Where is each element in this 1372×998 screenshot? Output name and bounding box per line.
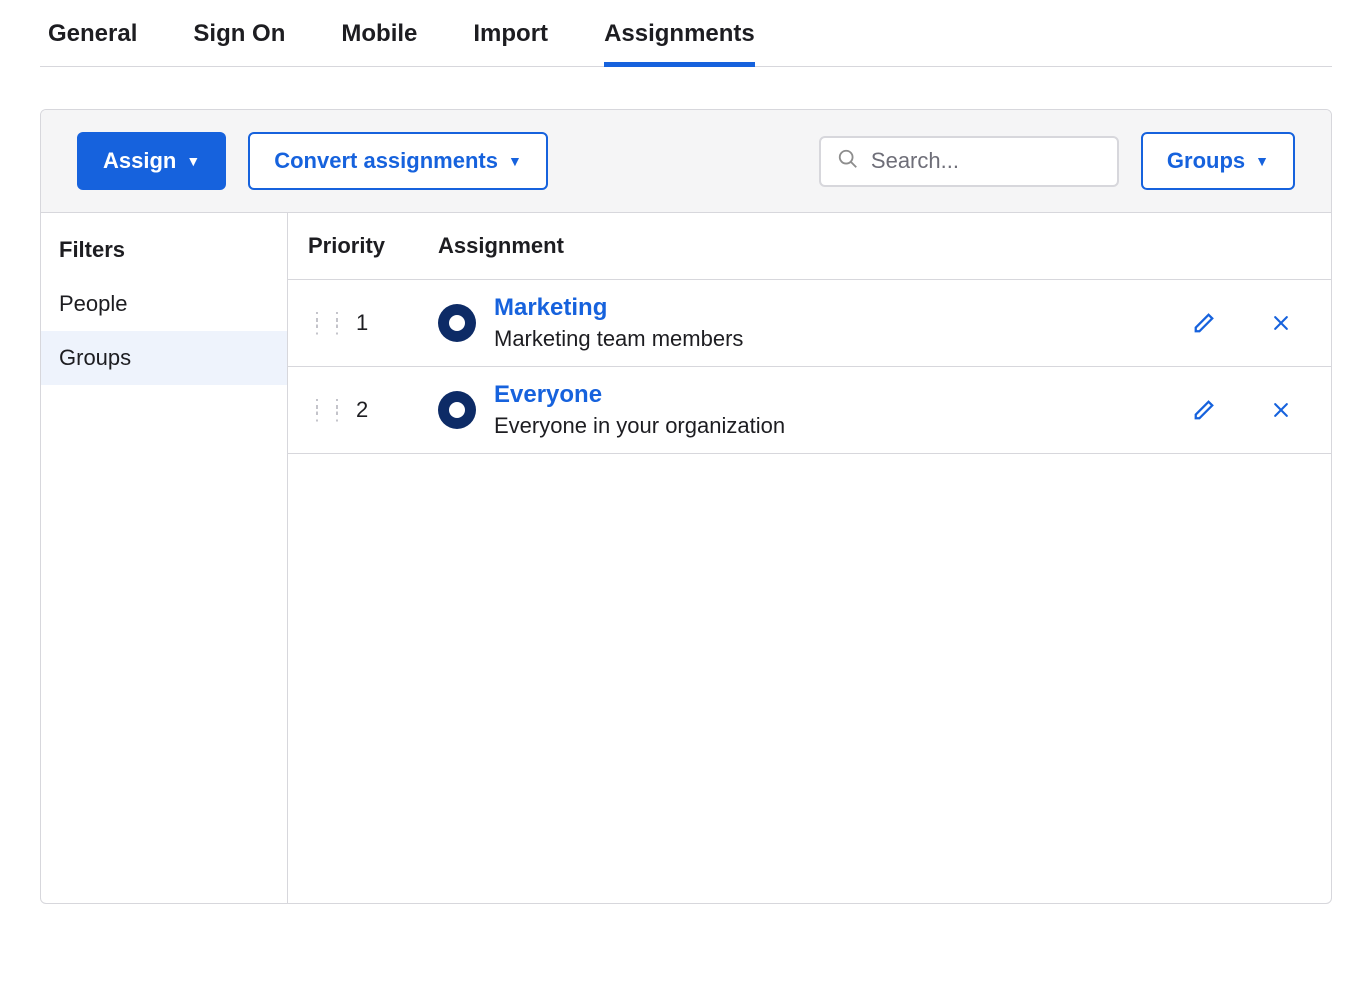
table-row: ⋮⋮⋮⋮ 1 Marketing Marketing team members [288,280,1331,367]
search-input[interactable] [871,148,1101,174]
drag-handle-icon[interactable]: ⋮⋮⋮⋮ [308,402,348,418]
priority-value: 1 [356,310,438,336]
caret-down-icon: ▼ [186,154,200,168]
groups-filter-button[interactable]: Groups ▼ [1141,132,1295,190]
tab-mobile[interactable]: Mobile [341,12,417,66]
convert-assignments-button[interactable]: Convert assignments ▼ [248,132,548,190]
filter-groups[interactable]: Groups [41,331,287,385]
assignment-desc: Everyone in your organization [494,413,785,439]
assign-button[interactable]: Assign ▼ [77,132,226,190]
assignment-name-link[interactable]: Everyone [494,381,785,409]
tab-import[interactable]: Import [473,12,548,66]
groups-label: Groups [1167,148,1245,174]
filters-sidebar: Filters People Groups [41,213,288,903]
column-priority: Priority [308,233,438,259]
search-input-wrap[interactable] [819,136,1119,187]
priority-value: 2 [356,397,438,423]
column-assignment: Assignment [438,233,564,259]
remove-button[interactable] [1271,400,1291,420]
assign-label: Assign [103,148,176,174]
drag-handle-icon[interactable]: ⋮⋮⋮⋮ [308,315,348,331]
assignments-table: Priority Assignment ⋮⋮⋮⋮ 1 Marketing Mar… [288,213,1331,903]
toolbar: Assign ▼ Convert assignments ▼ Groups ▼ [41,110,1331,213]
table-row: ⋮⋮⋮⋮ 2 Everyone Everyone in your organiz… [288,367,1331,454]
tabs: General Sign On Mobile Import Assignment… [40,0,1332,67]
assignment-name-link[interactable]: Marketing [494,294,743,322]
table-header: Priority Assignment [288,213,1331,280]
filters-title: Filters [41,231,287,277]
caret-down-icon: ▼ [508,154,522,168]
assignment-desc: Marketing team members [494,326,743,352]
caret-down-icon: ▼ [1255,154,1269,168]
edit-button[interactable] [1193,312,1215,334]
group-icon [438,304,476,342]
filter-people[interactable]: People [41,277,287,331]
tab-general[interactable]: General [48,12,137,66]
convert-label: Convert assignments [274,148,498,174]
search-icon [837,148,859,175]
tab-sign-on[interactable]: Sign On [193,12,285,66]
group-icon [438,391,476,429]
assignments-panel: Assign ▼ Convert assignments ▼ Groups ▼ [40,109,1332,904]
tab-assignments[interactable]: Assignments [604,12,755,66]
edit-button[interactable] [1193,399,1215,421]
remove-button[interactable] [1271,313,1291,333]
